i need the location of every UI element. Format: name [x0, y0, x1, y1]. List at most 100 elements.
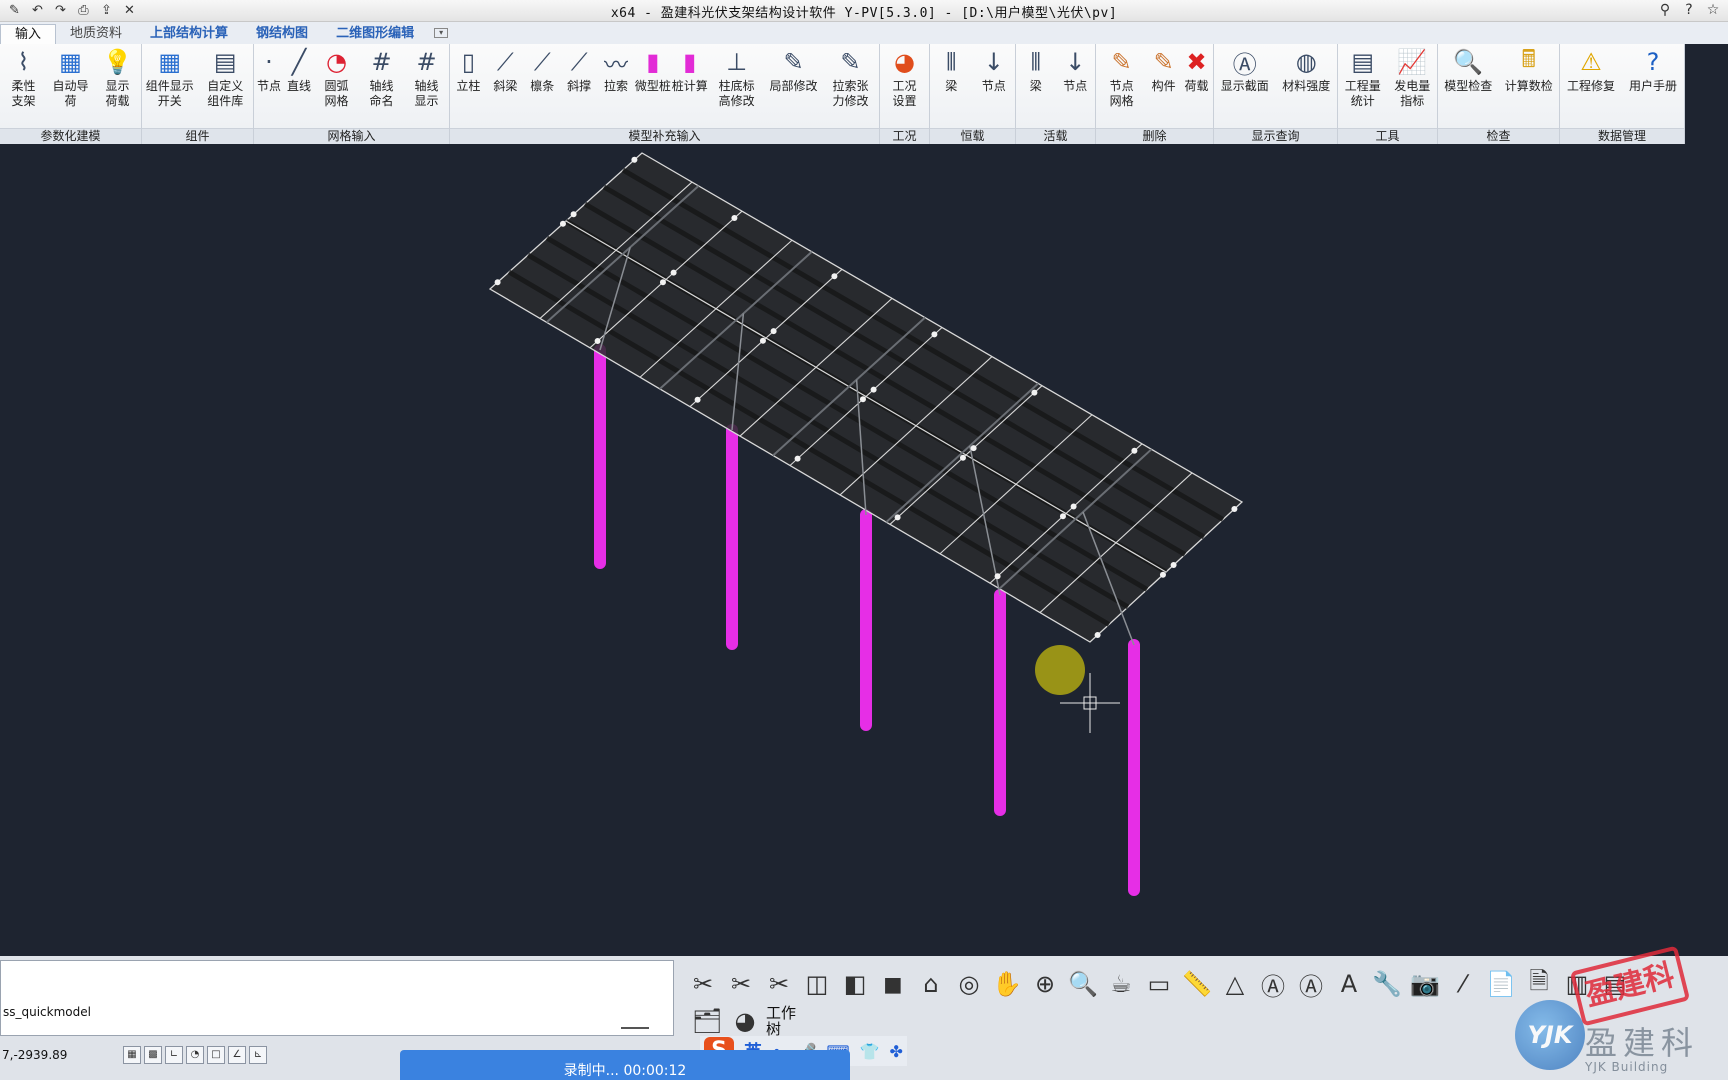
ribbon-button-delete-load[interactable]: ✖ 荷载: [1180, 46, 1213, 109]
polar-icon[interactable]: ◔: [186, 1046, 204, 1064]
ribbon-group-7: ✎ 节点 网格 ✎ 构件 ✖ 荷载 删除: [1096, 44, 1214, 144]
skin-icon[interactable]: 👕: [860, 1042, 880, 1061]
text-find-icon[interactable]: Ⓐ: [1294, 967, 1328, 1001]
view-front-icon[interactable]: ◫: [800, 967, 834, 1001]
model-tree-icon[interactable]: 🗂: [690, 1004, 724, 1038]
recording-text: 录制中... 00:00:12: [563, 1063, 687, 1079]
zoom-icon[interactable]: 🔍: [1066, 967, 1100, 1001]
cut-x-icon[interactable]: ✂: [686, 967, 720, 1001]
ribbon-button-label: 斜梁: [493, 79, 518, 93]
ribbon-button-section[interactable]: Ⓐ 显示截面: [1217, 46, 1273, 94]
help-circle-icon[interactable]: ?: [1680, 1, 1698, 19]
delete-member-icon: ✎: [1153, 48, 1174, 76]
chevron-down-icon[interactable]: ▾: [434, 28, 449, 38]
ribbon-button-column-base[interactable]: ⊥ 柱底标 高修改: [709, 46, 765, 109]
scale-icon[interactable]: ⁄: [1446, 967, 1480, 1001]
purlin-icon: ⟋: [533, 48, 551, 76]
color-wheel-icon[interactable]: ◕: [728, 1004, 762, 1038]
tab-geology[interactable]: 地质资料: [56, 24, 136, 44]
measure-distance-icon[interactable]: ▭: [1142, 967, 1176, 1001]
cable-tension-icon: ✎: [840, 48, 861, 76]
yjk-logo-icon: YJK: [1515, 1000, 1585, 1070]
panel-clamp: [1159, 571, 1166, 578]
command-window[interactable]: ss_quickmodel: [0, 960, 674, 1036]
ribbon-button-micro-pile[interactable]: ▮ 微型桩: [635, 46, 671, 109]
ribbon-button-brace[interactable]: ⟋ 斜撑: [561, 46, 597, 109]
toolbox-icon[interactable]: ✤: [889, 1042, 902, 1061]
ribbon-button-panel-toggle[interactable]: ▦ 组件显示 开关: [142, 46, 198, 109]
view-side-icon[interactable]: ◧: [838, 967, 872, 1001]
ribbon-button-help[interactable]: ? 用户手册: [1625, 46, 1681, 94]
ribbon-button-axis-name[interactable]: # 轴线 命名: [359, 46, 404, 109]
orbit-icon[interactable]: ◎: [952, 967, 986, 1001]
ribbon-button-line[interactable]: ╱ 直线: [284, 46, 314, 109]
model-viewport[interactable]: [0, 145, 1728, 956]
pdf-export-icon[interactable]: 📄: [1484, 967, 1518, 1001]
ribbon-group-2: · 节点 ╱ 直线 ◔ 圆弧 网格 # 轴线 命名 # 轴线 显示 网格输入: [254, 44, 450, 144]
panel-clamp: [831, 273, 838, 280]
text-style-icon[interactable]: A: [1332, 967, 1366, 1001]
pan-icon[interactable]: ✋: [990, 967, 1024, 1001]
ribbon-button-pile-calc[interactable]: ▮ 桩计算: [672, 46, 708, 109]
grid-icon[interactable]: ▩: [144, 1046, 162, 1064]
ribbon-button-dead-beam[interactable]: ⫴ 梁: [933, 46, 969, 94]
ribbon-button-bulb[interactable]: 💡 显示 荷载: [94, 46, 141, 109]
tab-2d-edit[interactable]: 二维图形编辑: [322, 24, 428, 44]
snap-icon[interactable]: ▦: [123, 1046, 141, 1064]
star-icon[interactable]: ☆: [1704, 1, 1722, 19]
ribbon-button-quantity[interactable]: ▤ 工程量 统计: [1338, 46, 1388, 109]
cut-z-icon[interactable]: ✂: [762, 967, 796, 1001]
ribbon-button-flexible-support[interactable]: ⌇ 柔性 支架: [0, 46, 47, 109]
ribbon-button-load-case[interactable]: ◕ 工况 设置: [880, 46, 929, 109]
panel-clamp: [631, 156, 638, 163]
view-home-icon[interactable]: ⌂: [914, 967, 948, 1001]
ribbon-button-material[interactable]: ◍ 材料强度: [1278, 46, 1334, 94]
ribbon-button-cable[interactable]: 〰拉索: [598, 46, 634, 109]
view-3d-icon[interactable]: ◼: [876, 967, 910, 1001]
ribbon-button-delete-grid[interactable]: ✎ 节点 网格: [1096, 46, 1147, 109]
angle-icon[interactable]: ∠: [228, 1046, 246, 1064]
ribbon-button-calc-check[interactable]: 🖩 计算数检: [1501, 45, 1557, 94]
ribbon-button-custom-library[interactable]: ▤ 自定义 组件库: [198, 46, 254, 109]
text-search-icon[interactable]: Ⓐ: [1256, 967, 1290, 1001]
ribbon-button-model-check[interactable]: 🔍 模型检查: [1440, 46, 1496, 94]
panel-clamp: [1059, 513, 1066, 520]
camera-icon[interactable]: 📷: [1408, 967, 1442, 1001]
zoom-window-icon[interactable]: ⊕: [1028, 967, 1062, 1001]
pv-model-3d[interactable]: [0, 145, 1728, 956]
ribbon-button-column[interactable]: ▯ 立柱: [450, 46, 486, 109]
ribbon-button-label: 柔性 支架: [11, 79, 36, 108]
render-icon[interactable]: ☕: [1104, 967, 1138, 1001]
ribbon-button-inclined-beam[interactable]: ⟋ 斜梁: [487, 46, 523, 109]
ruler-icon[interactable]: 📏: [1180, 967, 1214, 1001]
osnap-icon[interactable]: □: [207, 1046, 225, 1064]
panel-clamp: [559, 220, 566, 227]
ribbon-button-repair[interactable]: ⚠ 工程修复: [1563, 46, 1619, 94]
ribbon-button-live-node[interactable]: ↓ 节点: [1057, 46, 1093, 94]
ribbon-button-dead-node[interactable]: ↓ 节点: [976, 46, 1012, 94]
ribbon-button-local-edit[interactable]: ✎ 局部修改: [766, 46, 822, 109]
cut-y-icon[interactable]: ✂: [724, 967, 758, 1001]
pin-icon[interactable]: ⚲: [1656, 1, 1674, 19]
tab-input[interactable]: 输入: [0, 24, 57, 44]
ribbon-button-purlin[interactable]: ⟋ 檩条: [524, 46, 560, 109]
wrench-icon[interactable]: 🔧: [1370, 967, 1404, 1001]
ribbon-group-buttons: ⚠ 工程修复? 用户手册: [1560, 46, 1684, 94]
ribbon-button-power[interactable]: 📈 发电量 指标: [1388, 46, 1438, 109]
command-scroll-handle[interactable]: [621, 1027, 649, 1029]
ribbon-button-arc-grid[interactable]: ◔ 圆弧 网格: [314, 46, 359, 109]
tab-structure-calc[interactable]: 上部结构计算: [136, 24, 242, 44]
ribbon-button-cable-tension[interactable]: ✎ 拉索张 力修改: [822, 46, 878, 109]
measure-angle-icon[interactable]: △: [1218, 967, 1252, 1001]
ribbon-button-node[interactable]: · 节点: [254, 46, 284, 109]
ortho-icon[interactable]: ∟: [165, 1046, 183, 1064]
ribbon-button-live-beam[interactable]: ⫴ 梁: [1018, 46, 1054, 94]
ribbon-button-label: 模型检查: [1444, 79, 1493, 93]
worktree-label[interactable]: 工作 树: [766, 1005, 796, 1037]
ribbon-button-axis-display[interactable]: # 轴线 显示: [404, 46, 449, 109]
tab-steel-drawing[interactable]: 钢结构图: [242, 24, 322, 44]
ribbon-button-delete-member[interactable]: ✎ 构件: [1147, 46, 1180, 109]
recording-indicator[interactable]: 录制中... 00:00:12: [400, 1050, 850, 1080]
ribbon-button-auto-load[interactable]: ▦ 自动导荷: [47, 46, 94, 109]
track-icon[interactable]: ⊾: [249, 1046, 267, 1064]
